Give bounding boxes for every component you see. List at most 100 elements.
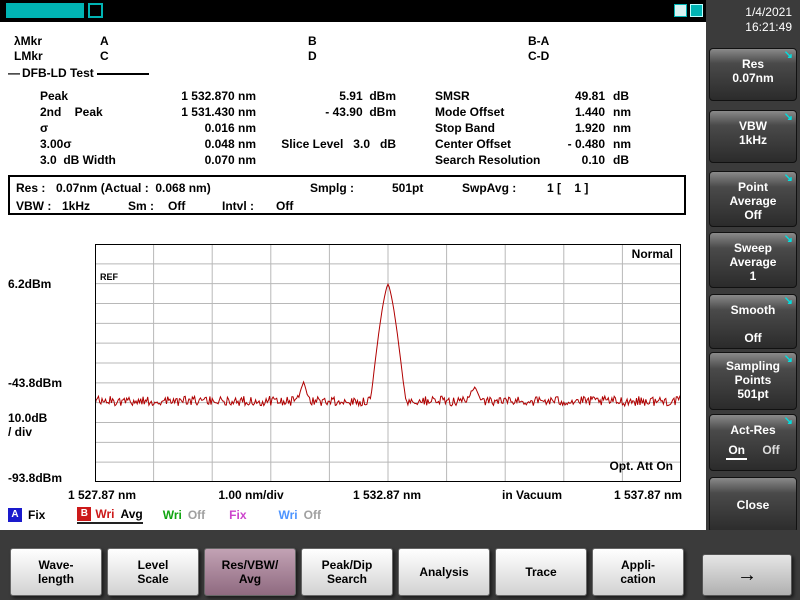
ref-level-annotation: REF <box>100 272 119 282</box>
menu-peak-dip-search-button[interactable]: Peak/Dip Search <box>301 548 393 596</box>
titlebar-menu-highlight[interactable] <box>6 3 84 18</box>
marker-d-label: D <box>308 49 317 63</box>
smooth-button[interactable]: ↘ Smooth Off <box>709 294 797 349</box>
measurement-row: Peak 1 532.870 nm 5.91 dBm <box>40 89 396 105</box>
swpavg-label: SwpAvg : <box>462 181 517 195</box>
res-button[interactable]: ↘ Res 0.07nm <box>709 48 797 101</box>
window-minimize-icon[interactable] <box>674 4 687 17</box>
trace-b-group: B Wri Avg <box>77 506 143 524</box>
point-average-button[interactable]: ↘ Point Average Off <box>709 171 797 227</box>
marker-b-minus-a-label: B-A <box>528 34 550 48</box>
sweep-settings-box: Res : 0.07nm (Actual : 0.068 nm) Smplg :… <box>8 175 686 215</box>
section-dash: — <box>8 66 20 80</box>
key-value: Off <box>744 331 762 345</box>
fkey-label: cation <box>620 572 656 586</box>
trace-e-state: Off <box>303 508 321 522</box>
meas-name: Mode Offset <box>435 105 505 119</box>
meas-unit: dB <box>613 153 629 167</box>
section-title: DFB-LD Test <box>22 66 94 80</box>
menu-application-button[interactable]: Appli- cation <box>592 548 684 596</box>
meas-name: 3.0 dB Width <box>40 153 116 167</box>
y-axis-label-bottom: -93.8dBm <box>8 471 63 485</box>
measurement-row: 3.00σ 0.048 nm Slice Level 3.0 dB <box>40 137 396 153</box>
trace-a-mode: Fix <box>28 508 46 522</box>
res-label: Res : <box>16 181 46 195</box>
vbw-label: VBW : <box>16 199 52 213</box>
key-label: Average <box>729 255 777 269</box>
swpavg-value: 1 [ 1 ] <box>547 181 589 195</box>
fkey-label: Peak/Dip <box>321 558 373 572</box>
corner-arrow-icon: ↘ <box>783 111 793 123</box>
trace-b-badge[interactable]: B <box>77 506 92 521</box>
sweep-average-button[interactable]: ↘ Sweep Average 1 <box>709 232 797 288</box>
menu-wavelength-button[interactable]: Wave- length <box>10 548 102 596</box>
trace-e-mode: Wri <box>278 508 298 522</box>
time-text: 16:21:49 <box>745 20 792 34</box>
meas-value: 0.070 nm <box>204 153 256 167</box>
act-res-button[interactable]: ↘ Act-Res On Off <box>709 414 797 471</box>
sm-value: Off <box>168 199 186 213</box>
meas-value: 1.920 <box>574 121 605 135</box>
vbw-value: 1kHz <box>62 199 91 213</box>
menu-analysis-button[interactable]: Analysis <box>398 548 490 596</box>
marker-a-label: A <box>100 34 109 48</box>
meas-extra <box>256 153 396 169</box>
meas-name: σ <box>40 121 49 135</box>
menu-next-button[interactable]: → <box>702 554 792 596</box>
trace-a-badge[interactable]: A <box>8 508 22 522</box>
analysis-results-right: SMSR 49.81 dB Mode Offset 1.440 nm Stop … <box>435 89 631 169</box>
fkey-label: Level <box>137 558 169 572</box>
menu-level-scale-button[interactable]: Level Scale <box>107 548 199 596</box>
menu-res-vbw-avg-button[interactable]: Res/VBW/ Avg <box>204 548 296 596</box>
meas-name: Search Resolution <box>435 153 541 167</box>
level-marker-label: LMkr <box>14 49 43 63</box>
titlebar-app-icon <box>88 3 103 18</box>
titlebar <box>0 0 706 22</box>
main-display: λMkr A B B-A LMkr C D C-D — DFB-LD Test … <box>0 22 706 530</box>
meas-value: 1.440 <box>574 105 605 119</box>
meas-value: 0.048 nm <box>204 137 256 151</box>
meas-unit: nm <box>613 121 631 135</box>
corner-arrow-icon: ↘ <box>783 295 793 307</box>
meas-name: 3.00σ <box>40 137 72 151</box>
window-maximize-icon[interactable] <box>690 4 703 17</box>
measurement-row: Stop Band 1.920 nm <box>435 121 631 137</box>
function-key-bar: Wave- length Level Scale Res/VBW/ Avg Pe… <box>0 530 800 600</box>
marker-b-label: B <box>308 34 317 48</box>
fkey-label: Res/VBW/ <box>221 558 279 572</box>
x-axis-label-start: 1 527.87 nm <box>67 488 137 502</box>
marker-c-minus-d-label: C-D <box>528 49 550 63</box>
datetime-display: 1/4/2021 16:21:49 <box>706 0 800 44</box>
trace-b-mode: Wri <box>95 506 115 521</box>
act-res-on-option[interactable]: On <box>726 443 747 460</box>
x-axis-label-stop: 1 537.87 nm <box>613 488 683 502</box>
trace-c-mode: Wri <box>162 508 182 522</box>
y-axis-scale-label-2: / div <box>8 425 33 439</box>
measurement-row: Center Offset - 0.480 nm <box>435 137 631 153</box>
meas-extra: 5.91 dBm <box>339 89 396 103</box>
corner-arrow-icon: ↘ <box>783 49 793 61</box>
x-axis-vacuum-label: in Vacuum <box>501 488 563 502</box>
meas-value: 1 532.870 nm <box>181 89 256 103</box>
marker-c-label: C <box>100 49 109 63</box>
section-rule <box>97 73 149 75</box>
act-res-off-option[interactable]: Off <box>762 443 779 457</box>
measurement-row: 2nd Peak 1 531.430 nm - 43.90 dBm <box>40 105 396 121</box>
trace-status-bar: A Fix B Wri Avg Wri Off Fix Wri Off <box>8 506 321 524</box>
trace-b-submode: Avg <box>120 506 143 521</box>
menu-trace-button[interactable]: Trace <box>495 548 587 596</box>
sampling-points-button[interactable]: ↘ Sampling Points 501pt <box>709 352 797 410</box>
key-label: Points <box>734 373 772 387</box>
key-spacer <box>710 317 796 331</box>
y-axis-label-mid: -43.8dBm <box>8 376 63 390</box>
key-value: 0.07nm <box>732 71 774 85</box>
vbw-button[interactable]: ↘ VBW 1kHz <box>709 110 797 163</box>
trace-d-mode: Fix <box>229 508 247 522</box>
measurement-row: 3.0 dB Width 0.070 nm <box>40 153 396 169</box>
res-value: 0.07nm (Actual : 0.068 nm) <box>56 181 211 195</box>
measurement-row: Mode Offset 1.440 nm <box>435 105 631 121</box>
meas-value: 1 531.430 nm <box>181 105 256 119</box>
intvl-value: Off <box>276 199 294 213</box>
meas-unit: nm <box>613 137 631 151</box>
close-button[interactable]: Close <box>709 477 797 533</box>
